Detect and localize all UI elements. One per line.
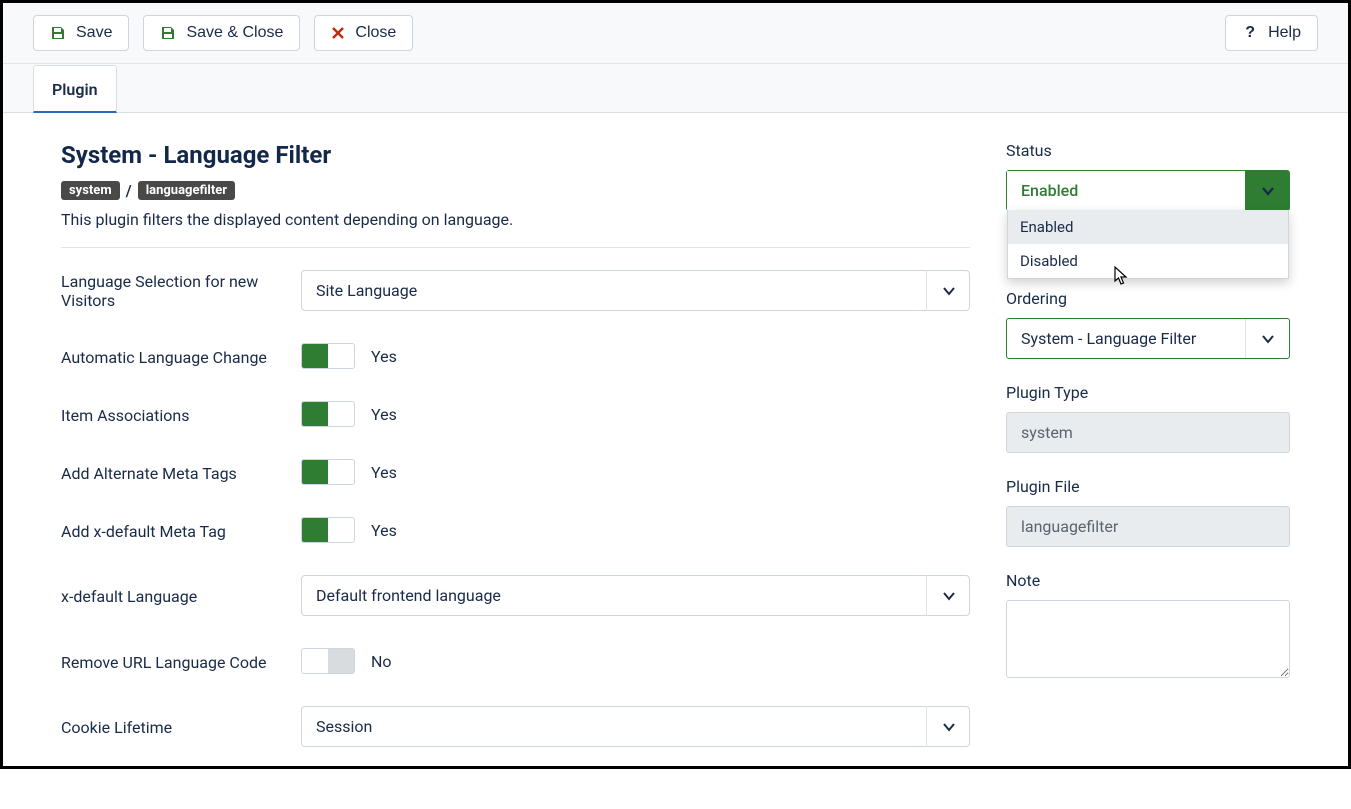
close-icon [331,26,345,40]
row-remove-url: Remove URL Language Code No [61,648,970,674]
toggle-item-assoc[interactable] [301,401,355,427]
select-cookie-lifetime-value: Session [301,706,970,747]
toggle-xdefault-meta[interactable] [301,517,355,543]
select-ordering[interactable]: System - Language Filter [1006,318,1290,359]
divider [61,247,970,248]
close-button[interactable]: Close [314,15,413,51]
input-plugin-file: languagefilter [1006,506,1290,547]
row-item-assoc: Item Associations Yes [61,401,970,427]
label-plugin-type: Plugin Type [1006,383,1290,402]
select-lang-selection-value: Site Language [301,270,970,311]
label-item-assoc: Item Associations [61,404,301,425]
chevron-down-icon [1245,319,1289,358]
help-button[interactable]: ? Help [1225,15,1318,51]
help-icon: ? [1242,25,1258,41]
save-button[interactable]: Save [33,15,129,51]
label-xdefault-lang: x-default Language [61,585,301,606]
select-ordering-value: System - Language Filter [1007,319,1245,358]
group-plugin-file: Plugin File languagefilter [1006,477,1290,547]
breadcrumb-sep: / [126,181,132,200]
label-status: Status [1006,141,1290,160]
select-xdefault-lang[interactable]: Default frontend language [301,575,970,616]
group-plugin-type: Plugin Type system [1006,383,1290,453]
row-lang-selection: Language Selection for new Visitors Site… [61,270,970,311]
toolbar: Save Save & Close Close ? Help [3,3,1348,64]
group-note: Note [1006,571,1290,682]
row-xdefault-meta: Add x-default Meta Tag Yes [61,517,970,543]
label-cookie-lifetime: Cookie Lifetime [61,716,301,737]
toggle-xdefault-meta-text: Yes [371,521,397,540]
badge-file: languagefilter [138,181,235,200]
select-xdefault-lang-value: Default frontend language [301,575,970,616]
label-xdefault-meta: Add x-default Meta Tag [61,520,301,541]
select-cookie-lifetime[interactable]: Session [301,706,970,747]
toolbar-left: Save Save & Close Close [33,15,413,51]
row-xdefault-lang: x-default Language Default frontend lang… [61,575,970,616]
main-column: System - Language Filter system / langua… [61,141,970,779]
input-plugin-type: system [1006,412,1290,453]
plugin-description: This plugin filters the displayed conten… [61,210,970,229]
toggle-alt-meta[interactable] [301,459,355,485]
save-icon [160,25,176,41]
textarea-note[interactable] [1006,600,1290,678]
tabs-row: Plugin [3,64,1348,113]
row-auto-lang-change: Automatic Language Change Yes [61,343,970,369]
select-status[interactable]: Enabled Enabled Disabled [1006,170,1290,211]
save-close-button-label: Save & Close [186,24,283,42]
tab-plugin[interactable]: Plugin [33,65,117,113]
row-alt-meta: Add Alternate Meta Tags Yes [61,459,970,485]
chevron-down-icon [1245,171,1289,210]
toggle-remove-url[interactable] [301,648,355,674]
label-auto-lang-change: Automatic Language Change [61,346,301,367]
status-option-enabled[interactable]: Enabled [1008,210,1288,244]
toggle-auto-lang-change[interactable] [301,343,355,369]
label-plugin-file: Plugin File [1006,477,1290,496]
group-status: Status Enabled Enabled Disabled [1006,141,1290,211]
close-button-label: Close [355,24,396,42]
select-status-value: Enabled [1007,171,1245,210]
label-note: Note [1006,571,1290,590]
help-button-label: Help [1268,24,1301,42]
toggle-item-assoc-text: Yes [371,405,397,424]
content: System - Language Filter system / langua… [3,113,1348,809]
toolbar-right: ? Help [1225,15,1318,51]
save-close-button[interactable]: Save & Close [143,15,300,51]
label-lang-selection: Language Selection for new Visitors [61,270,301,310]
row-cookie-lifetime: Cookie Lifetime Session [61,706,970,747]
toggle-auto-lang-change-text: Yes [371,347,397,366]
sidebar: Status Enabled Enabled Disabled Ordering… [1006,141,1290,779]
toggle-alt-meta-text: Yes [371,463,397,482]
group-ordering: Ordering System - Language Filter [1006,289,1290,359]
save-button-label: Save [76,24,112,42]
toggle-remove-url-text: No [371,652,392,671]
status-dropdown: Enabled Disabled [1007,210,1289,279]
page-title: System - Language Filter [61,141,970,169]
label-remove-url: Remove URL Language Code [61,651,301,672]
label-alt-meta: Add Alternate Meta Tags [61,462,301,483]
save-icon [50,25,66,41]
breadcrumb: system / languagefilter [61,181,970,200]
select-lang-selection[interactable]: Site Language [301,270,970,311]
status-option-disabled[interactable]: Disabled [1008,244,1288,278]
label-ordering: Ordering [1006,289,1290,308]
badge-system: system [61,181,120,200]
